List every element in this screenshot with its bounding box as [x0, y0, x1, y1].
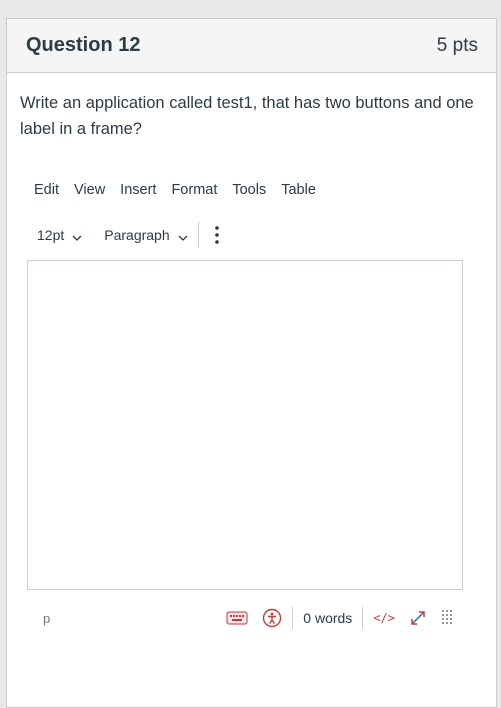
block-format-dropdown[interactable]: Paragraph: [104, 227, 188, 243]
menu-view[interactable]: View: [74, 182, 105, 198]
statusbar-divider: [292, 607, 294, 629]
statusbar-divider: [362, 607, 364, 629]
chevron-down-icon: [178, 230, 188, 241]
keyboard-icon[interactable]: [226, 611, 248, 625]
menu-format[interactable]: Format: [171, 182, 217, 198]
word-count[interactable]: 0 words: [303, 610, 352, 626]
editor-toolbar: 12pt Paragraph: [37, 222, 227, 248]
rich-text-editor-area[interactable]: [27, 260, 463, 590]
editor-menubar: Edit View Insert Format Tools Table: [34, 182, 331, 198]
question-title: Question 12: [26, 34, 141, 56]
expand-icon[interactable]: [409, 609, 427, 627]
question-points: 5 pts: [436, 34, 478, 56]
toolbar-divider: [197, 222, 199, 248]
question-text: Write an application called test1, that …: [20, 94, 474, 138]
menu-tools[interactable]: Tools: [232, 182, 266, 198]
resize-grip-icon[interactable]: [441, 609, 453, 627]
question-header: Question 12 5 pts: [7, 19, 496, 73]
chevron-down-icon: [72, 230, 82, 241]
menu-edit[interactable]: Edit: [34, 182, 59, 198]
font-size-dropdown[interactable]: 12pt: [37, 227, 82, 243]
editor-statusbar: p 0 words </>: [27, 598, 463, 638]
code-icon[interactable]: </>: [373, 611, 395, 625]
menu-table[interactable]: Table: [281, 182, 316, 198]
more-vertical-icon[interactable]: [207, 225, 227, 245]
block-format-value: Paragraph: [104, 227, 170, 243]
menu-insert[interactable]: Insert: [120, 182, 156, 198]
font-size-value: 12pt: [37, 227, 65, 243]
statusbar-controls: 0 words </>: [226, 607, 463, 629]
accessibility-icon[interactable]: [262, 608, 282, 628]
element-path[interactable]: p: [43, 611, 50, 626]
